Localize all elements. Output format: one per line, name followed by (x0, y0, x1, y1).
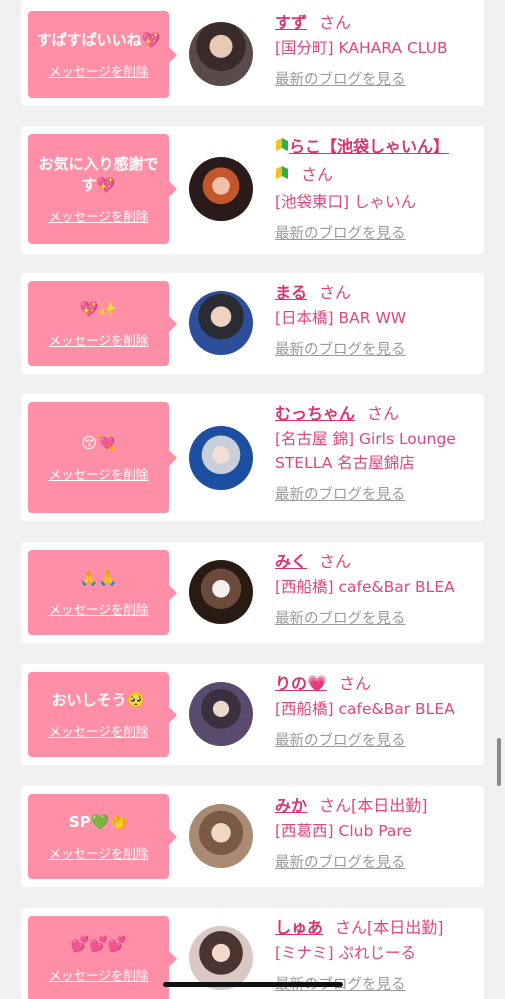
member-info: みか さん[本日出勤] [西葛西] Club Pare 最新のブログを見る (275, 793, 480, 872)
name-line: しゅあ さん[本日出勤] (275, 915, 480, 941)
member-info: すず さん [国分町] KAHARA CLUB 最新のブログを見る (275, 10, 480, 89)
message-text: おいしそう🥺 (51, 690, 146, 709)
delete-message-button[interactable]: メッセージを削除 (49, 965, 149, 984)
shop-name: [西船橋] cafe&Bar BLEA (275, 700, 455, 718)
delete-message-button[interactable]: メッセージを削除 (49, 330, 149, 349)
message-card: 💖✨ メッセージを削除 まる さん [日本橋] BAR WW 最新のブログを見る (21, 273, 484, 374)
message-bubble: 💕💕💕 メッセージを削除 (28, 916, 177, 999)
message-bubble: SP💚👏 メッセージを削除 (28, 794, 177, 879)
message-bubble: 💖✨ メッセージを削除 (28, 281, 177, 366)
member-name-link[interactable]: まる (275, 283, 307, 302)
member-info: まる さん [日本橋] BAR WW 最新のブログを見る (275, 280, 480, 359)
message-card: SP💚👏 メッセージを削除 みか さん[本日出勤] [西葛西] Club Pare… (21, 786, 484, 887)
name-line: まる さん (275, 280, 480, 306)
delete-message-button[interactable]: メッセージを削除 (49, 464, 149, 483)
message-text: 😚💘 (81, 433, 116, 452)
delete-message-button[interactable]: メッセージを削除 (49, 721, 149, 740)
message-card: お気に入り感謝です💖 メッセージを削除 らこ【池袋しゃいん】 さん [池袋東口]… (21, 126, 484, 254)
message-text: 🙏🙏 (79, 568, 118, 587)
delete-message-button[interactable]: メッセージを削除 (49, 61, 149, 80)
shop-name: [ミナミ] ぷれじーる (275, 944, 417, 962)
message-text: 💕💕💕 (70, 934, 127, 953)
latest-blog-link[interactable]: 最新のブログを見る (275, 68, 480, 89)
latest-blog-link[interactable]: 最新のブログを見る (275, 729, 480, 750)
honorific: さん (367, 404, 400, 423)
message-text: お気に入り感謝です💖 (38, 154, 159, 194)
beginner-leaf-icon (275, 136, 289, 162)
honorific: さん (301, 165, 334, 184)
message-card: すぱすぱいいね💖 メッセージを削除 すず さん [国分町] KAHARA CLUB… (21, 0, 484, 106)
member-name-link[interactable]: しゅあ (275, 918, 323, 937)
latest-blog-link[interactable]: 最新のブログを見る (275, 338, 480, 359)
latest-blog-link[interactable]: 最新のブログを見る (275, 607, 480, 628)
message-text: すぱすぱいいね💖 (36, 30, 161, 49)
message-card: 😚💘 メッセージを削除 むっちゃん さん [名古屋 錦] Girls Lounge… (21, 394, 484, 521)
working-today-status: [本日出勤] (351, 796, 428, 815)
message-bubble: すぱすぱいいね💖 メッセージを削除 (28, 11, 177, 98)
name-line: りの💗 さん (275, 671, 480, 697)
name-line: むっちゃん さん (275, 401, 480, 427)
message-bubble: お気に入り感謝です💖 メッセージを削除 (28, 134, 177, 244)
shop-name: [名古屋 錦] Girls Lounge (275, 430, 456, 448)
avatar[interactable] (189, 560, 253, 624)
honorific: さん (319, 283, 352, 302)
message-bubble: 🙏🙏 メッセージを削除 (28, 550, 177, 635)
member-info: らこ【池袋しゃいん】 さん [池袋東口] しゃいん 最新のブログを見る (275, 134, 480, 243)
shop-name: [国分町] KAHARA CLUB (275, 39, 448, 57)
message-text: SP💚👏 (68, 812, 129, 831)
latest-blog-link[interactable]: 最新のブログを見る (275, 851, 480, 872)
shop-name: [西船橋] cafe&Bar BLEA (275, 578, 455, 596)
honorific: さん (319, 552, 352, 571)
home-indicator[interactable] (163, 982, 343, 987)
avatar[interactable] (189, 804, 253, 868)
honorific: さん (338, 674, 371, 693)
honorific: さん (319, 13, 352, 32)
member-info: りの💗 さん [西船橋] cafe&Bar BLEA 最新のブログを見る (275, 671, 480, 750)
message-card: おいしそう🥺 メッセージを削除 りの💗 さん [西船橋] cafe&Bar BLE… (21, 664, 484, 765)
avatar[interactable] (189, 682, 253, 746)
delete-message-button[interactable]: メッセージを削除 (49, 206, 149, 225)
avatar[interactable] (189, 291, 253, 355)
latest-blog-link[interactable]: 最新のブログを見る (275, 483, 480, 504)
honorific: さん (319, 796, 352, 815)
message-bubble: おいしそう🥺 メッセージを削除 (28, 672, 177, 757)
honorific: さん (335, 918, 368, 937)
shop-name: [日本橋] BAR WW (275, 309, 407, 327)
avatar[interactable] (189, 426, 253, 490)
delete-message-button[interactable]: メッセージを削除 (49, 843, 149, 862)
shop-name-line-2: STELLA 名古屋錦店 (275, 454, 415, 472)
avatar[interactable] (189, 926, 253, 990)
delete-message-button[interactable]: メッセージを削除 (49, 599, 149, 618)
name-line: みか さん[本日出勤] (275, 793, 480, 819)
shop-name: [池袋東口] しゃいん (275, 193, 417, 211)
member-info: むっちゃん さん [名古屋 錦] Girls Lounge STELLA 名古屋錦… (275, 401, 480, 504)
member-name-link[interactable]: みく (275, 552, 307, 571)
working-today-status: [本日出勤] (367, 918, 444, 937)
avatar[interactable] (189, 22, 253, 86)
member-name-link[interactable]: らこ【池袋しゃいん】 (289, 137, 449, 156)
latest-blog-link[interactable]: 最新のブログを見る (275, 222, 480, 243)
avatar[interactable] (189, 157, 253, 221)
member-name-link[interactable]: みか (275, 796, 307, 815)
shop-name: [西葛西] Club Pare (275, 822, 412, 840)
member-name-link[interactable]: すず (275, 13, 307, 32)
member-name-link[interactable]: むっちゃん (275, 404, 355, 423)
member-info: みく さん [西船橋] cafe&Bar BLEA 最新のブログを見る (275, 549, 480, 628)
message-bubble: 😚💘 メッセージを削除 (28, 402, 177, 513)
message-text: 💖✨ (79, 299, 118, 318)
name-line: らこ【池袋しゃいん】 (275, 134, 480, 162)
beginner-leaf-icon (275, 164, 289, 190)
name-line: すず さん (275, 10, 480, 36)
scrollbar[interactable] (497, 738, 501, 786)
name-line: みく さん (275, 549, 480, 575)
message-card: 🙏🙏 メッセージを削除 みく さん [西船橋] cafe&Bar BLEA 最新の… (21, 542, 484, 643)
member-name-link[interactable]: りの💗 (275, 674, 327, 693)
name-line-continued: さん (275, 162, 480, 190)
